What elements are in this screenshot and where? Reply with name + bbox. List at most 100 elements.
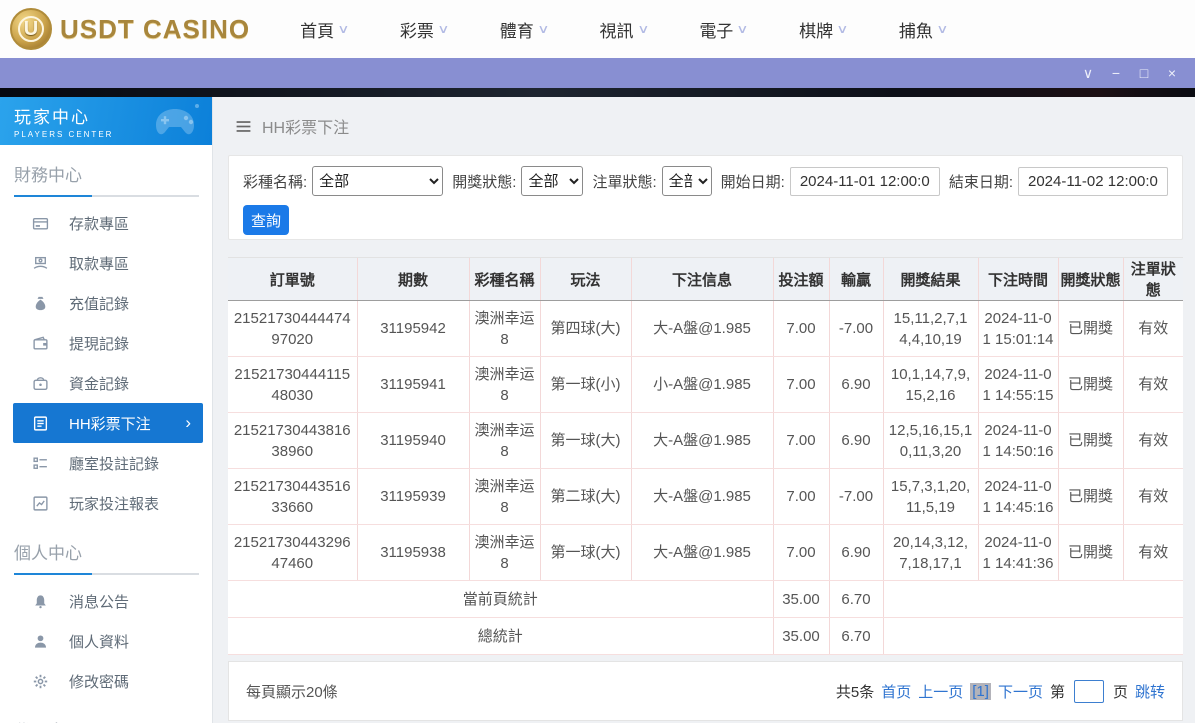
sidebar-item[interactable]: HH彩票下注 › [13, 403, 203, 443]
order-status-select[interactable]: 全部 [661, 166, 712, 196]
sidebar-item[interactable]: 廳室投註記錄 [0, 443, 212, 483]
window-maximize-icon[interactable]: □ [1135, 66, 1153, 80]
table-row: 2152173044447497020 31195942 澳洲幸运8 第四球(大) 大-… [228, 300, 1183, 357]
table-cell: 2152173044329647460 [228, 524, 357, 581]
next-page-link[interactable]: 下一页 [998, 681, 1043, 702]
table-cell: 大-A盤@1.985 [630, 524, 773, 581]
hand-money-icon [32, 255, 49, 272]
table-cell: 大-A盤@1.985 [630, 300, 773, 357]
nav-item[interactable]: 視訊 ∨ [599, 17, 650, 42]
sidebar-item[interactable]: 玩家投注報表 [0, 483, 212, 523]
table-cell: 6.90 [828, 524, 883, 581]
jump-button[interactable]: 跳转 [1135, 681, 1165, 702]
chevron-right-icon: › [185, 413, 191, 432]
table-cell: 6.90 [828, 356, 883, 413]
breadcrumb: HH彩票下注 [228, 97, 1183, 155]
table-cell: 有效 [1122, 412, 1183, 469]
column-header: 下注信息 [630, 257, 773, 301]
lottery-name-select[interactable]: 全部 [312, 166, 444, 196]
chevron-down-icon: ∨ [536, 22, 550, 36]
table-cell: 2152173044447497020 [228, 300, 357, 357]
table-cell: 2024-11-01 14:41:36 [977, 524, 1058, 581]
column-header: 投注額 [772, 257, 829, 301]
jump-label-prefix: 第 [1049, 683, 1065, 701]
sidebar-item[interactable]: 修改密碼 [0, 661, 212, 701]
window-dropdown-icon[interactable]: ∨ [1079, 66, 1097, 80]
column-header: 玩法 [539, 257, 631, 301]
gamepad-icon [156, 104, 199, 135]
table-header-row: 訂單號 期數 彩種名稱 玩法 下注信息 投注額 輸贏 開獎結果 下注時間 開獎狀態 注單狀態 [228, 257, 1183, 301]
nav-label: 棋牌 [799, 21, 834, 41]
table-cell: 有效 [1122, 356, 1183, 413]
background-strip [0, 88, 1195, 97]
table-cell: 大-A盤@1.985 [630, 412, 773, 469]
window-close-icon[interactable]: × [1163, 66, 1181, 80]
table-cell: 15,11,2,7,14,4,10,19 [882, 300, 978, 357]
nav-item[interactable]: 捕魚 ∨ [898, 17, 949, 42]
table-cell: 31195938 [356, 524, 469, 581]
table-cell: 15,7,3,1,20,11,5,19 [882, 468, 978, 525]
search-button[interactable]: 查詢 [243, 205, 289, 235]
column-header: 注單狀態 [1122, 257, 1183, 301]
bank-card-icon [32, 215, 49, 232]
table-cell: 2024-11-01 14:45:16 [977, 468, 1058, 525]
sidebar-item[interactable]: 充值記錄 [0, 283, 212, 323]
chevron-down-icon: ∨ [736, 22, 749, 36]
nav-label: 電子 [699, 21, 734, 41]
table-cell: 已開獎 [1057, 468, 1123, 525]
table-cell: 2024-11-01 15:01:14 [977, 300, 1058, 357]
nav-item[interactable]: 棋牌 ∨ [799, 17, 849, 42]
page-jump-input[interactable] [1073, 679, 1104, 703]
brand-logo[interactable]: U USDT CASINO [10, 8, 250, 50]
nav-label: 首頁 [300, 21, 335, 41]
nav-item[interactable]: 電子 ∨ [699, 17, 749, 42]
app-window: U USDT CASINO 首頁 ∨ 彩票 ∨ 體育 ∨ 視訊 ∨ 電子 ∨ 棋牌 ∨ 捕魚 ∨ ∨ − □ ×… [0, 0, 1195, 723]
sidebar: 玩家中心 PLAYERS CENTER 財務中心 存款專區 取款專區 充值記錄 提現記錄… [0, 97, 213, 723]
window-minimize-icon[interactable]: − [1107, 66, 1125, 80]
nav-item[interactable]: 彩票 ∨ [400, 17, 450, 42]
table-row: 2152173044411548030 31195941 澳洲幸运8 第一球(小) 小-… [228, 356, 1183, 413]
menu-icon[interactable] [235, 118, 252, 135]
sidebar-section-title: 代理中心 [0, 701, 212, 723]
chevron-down-icon: ∨ [437, 22, 450, 36]
column-header: 開獎結果 [882, 257, 978, 301]
sidebar-item[interactable]: 取款專區 [0, 243, 212, 283]
sidebar-item[interactable]: 資金記錄 [0, 363, 212, 403]
lottery-name-label: 彩種名稱: [243, 173, 308, 191]
table-row: 2152173044329647460 31195938 澳洲幸运8 第一球(大) 大-… [228, 524, 1183, 581]
money-bag-icon [32, 295, 49, 312]
first-page-link[interactable]: 首页 [881, 681, 911, 702]
nav-label: 捕魚 [898, 21, 933, 41]
sidebar-item[interactable]: 消息公告 [0, 581, 212, 621]
table-cell: 12,5,16,15,10,11,3,20 [882, 412, 978, 469]
sidebar-header: 玩家中心 PLAYERS CENTER [0, 97, 212, 145]
table-cell: 7.00 [772, 300, 829, 357]
table-cell: 有效 [1122, 300, 1183, 357]
sidebar-item[interactable]: 個人資料 [0, 621, 212, 661]
section-divider [14, 573, 199, 575]
nav-item[interactable]: 首頁 ∨ [300, 17, 350, 42]
chart-icon [32, 495, 49, 512]
pagination-controls: 共5条 首页 上一页 [1] 下一页 第 页 跳转 [836, 679, 1165, 703]
end-date-input[interactable] [1018, 166, 1168, 196]
column-header: 下注時間 [977, 257, 1058, 301]
start-date-input[interactable] [789, 166, 940, 196]
nav-item[interactable]: 體育 ∨ [500, 17, 550, 42]
prev-page-link[interactable]: 上一页 [918, 681, 963, 702]
table-cell: 有效 [1122, 524, 1183, 581]
order-status-label: 注單狀態: [592, 173, 657, 191]
table-cell: 31195939 [356, 468, 469, 525]
filter-panel: 彩種名稱: 全部 開獎狀態: 全部 注單狀態: 全部 開始日期: 結束日期: 查… [228, 155, 1183, 240]
chevron-down-icon: ∨ [836, 22, 849, 36]
nav-label: 視訊 [599, 21, 634, 41]
top-header: U USDT CASINO 首頁 ∨ 彩票 ∨ 體育 ∨ 視訊 ∨ 電子 ∨ 棋牌 ∨ 捕魚 ∨ [0, 0, 1195, 58]
sidebar-item[interactable]: 提現記錄 [0, 323, 212, 363]
window-titlebar: ∨ − □ × [0, 58, 1195, 88]
sidebar-item[interactable]: 存款專區 [0, 203, 212, 243]
table-cell: 20,14,3,12,7,18,17,1 [882, 524, 978, 581]
table-cell: 已開獎 [1057, 412, 1123, 469]
sidebar-item-label: 存款專區 [69, 215, 130, 233]
section-divider [14, 195, 199, 197]
sidebar-menu: 財務中心 存款專區 取款專區 充值記錄 提現記錄 資金記錄 HH彩票下注 › 廳室投註記錄 玩家投… [0, 145, 212, 723]
draw-status-select[interactable]: 全部 [521, 166, 584, 196]
